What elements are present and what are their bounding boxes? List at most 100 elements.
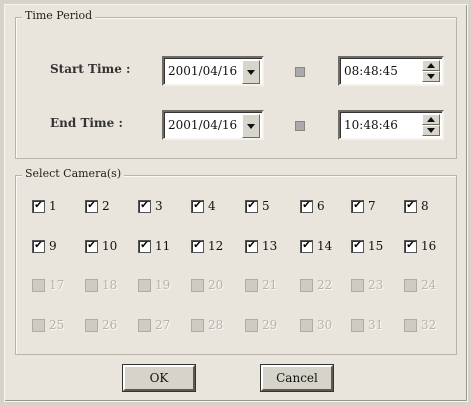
camera-30-checkbox: 30	[300, 317, 332, 333]
checkbox-box[interactable]: ✔	[85, 199, 98, 213]
checkmark-icon: ✔	[34, 200, 43, 211]
start-date-value: 2001/04/16	[168, 64, 238, 78]
camera-20-checkbox: 20	[191, 277, 223, 293]
end-date-dropdown-button[interactable]	[242, 114, 260, 138]
checkbox-box[interactable]: ✔	[32, 199, 45, 213]
camera-4-checkbox[interactable]: ✔ 4	[191, 198, 216, 214]
checkmark-icon: ✔	[193, 200, 202, 211]
camera-number-label: 2	[102, 199, 110, 213]
checkbox-box[interactable]: ✔	[404, 239, 417, 253]
camera-5-checkbox[interactable]: ✔ 5	[245, 198, 270, 214]
ok-button[interactable]: OK	[122, 364, 196, 392]
checkmark-icon: ✔	[302, 240, 311, 251]
checkbox-box	[245, 318, 258, 332]
checkbox-box	[32, 318, 45, 332]
end-time-spin-buttons	[422, 114, 440, 136]
separator-dash	[295, 121, 305, 131]
camera-9-checkbox[interactable]: ✔ 9	[32, 238, 57, 254]
end-time-label: End Time :	[50, 116, 123, 130]
checkbox-box[interactable]: ✔	[191, 199, 204, 213]
start-time-down-button[interactable]	[422, 71, 440, 82]
camera-number-label: 9	[49, 239, 57, 253]
end-time-spinner[interactable]: 10:48:46	[338, 110, 444, 140]
camera-number-label: 7	[368, 199, 376, 213]
camera-15-checkbox[interactable]: ✔ 15	[351, 238, 383, 254]
checkbox-box	[351, 318, 364, 332]
arrow-up-icon	[427, 117, 435, 122]
camera-22-checkbox: 22	[300, 277, 332, 293]
checkbox-box	[404, 318, 417, 332]
checkbox-box[interactable]: ✔	[138, 199, 151, 213]
camera-21-checkbox: 21	[245, 277, 277, 293]
cancel-button[interactable]: Cancel	[260, 364, 334, 392]
checkbox-box[interactable]: ✔	[245, 199, 258, 213]
camera-8-checkbox[interactable]: ✔ 8	[404, 198, 429, 214]
checkbox-box	[138, 278, 151, 292]
checkbox-box[interactable]: ✔	[138, 239, 151, 253]
camera-number-label: 8	[421, 199, 429, 213]
arrow-up-icon	[427, 63, 435, 68]
camera-11-checkbox[interactable]: ✔ 11	[138, 238, 170, 254]
camera-number-label: 13	[262, 239, 278, 253]
camera-2-checkbox[interactable]: ✔ 2	[85, 198, 110, 214]
camera-3-checkbox[interactable]: ✔ 3	[138, 198, 163, 214]
camera-number-label: 4	[208, 199, 216, 213]
camera-29-checkbox: 29	[245, 317, 277, 333]
camera-number-label: 3	[155, 199, 163, 213]
end-date-combo[interactable]: 2001/04/16	[162, 110, 264, 140]
camera-12-checkbox[interactable]: ✔ 12	[191, 238, 223, 254]
camera-number-label: 15	[368, 239, 384, 253]
camera-number-label: 5	[262, 199, 270, 213]
camera-number-label: 18	[102, 278, 118, 292]
camera-number-label: 6	[317, 199, 325, 213]
camera-6-checkbox[interactable]: ✔ 6	[300, 198, 325, 214]
start-date-dropdown-button[interactable]	[242, 60, 260, 84]
camera-number-label: 14	[317, 239, 333, 253]
camera-14-checkbox[interactable]: ✔ 14	[300, 238, 332, 254]
camera-number-label: 19	[155, 278, 171, 292]
checkbox-box	[300, 318, 313, 332]
end-time-value: 10:48:46	[344, 118, 398, 132]
camera-7-checkbox[interactable]: ✔ 7	[351, 198, 376, 214]
start-time-up-button[interactable]	[422, 60, 440, 71]
start-time-spinner[interactable]: 08:48:45	[338, 56, 444, 86]
checkbox-box[interactable]: ✔	[191, 239, 204, 253]
checkbox-box[interactable]: ✔	[32, 239, 45, 253]
checkmark-icon: ✔	[87, 240, 96, 251]
camera-10-checkbox[interactable]: ✔ 10	[85, 238, 117, 254]
end-time-down-button[interactable]	[422, 125, 440, 136]
checkbox-box	[85, 318, 98, 332]
checkbox-box[interactable]: ✔	[85, 239, 98, 253]
separator-dash	[295, 67, 305, 77]
dialog-window: Time Period Start Time : 2001/04/16 08:4…	[4, 4, 468, 402]
camera-number-label: 10	[102, 239, 118, 253]
camera-28-checkbox: 28	[191, 317, 223, 333]
checkbox-box[interactable]: ✔	[351, 199, 364, 213]
checkbox-box	[351, 278, 364, 292]
camera-number-label: 30	[317, 318, 333, 332]
camera-24-checkbox: 24	[404, 277, 436, 293]
checkbox-box[interactable]: ✔	[351, 239, 364, 253]
camera-31-checkbox: 31	[351, 317, 383, 333]
checkmark-icon: ✔	[193, 240, 202, 251]
camera-32-checkbox: 32	[404, 317, 436, 333]
time-period-title: Time Period	[22, 9, 96, 22]
checkbox-box[interactable]: ✔	[245, 239, 258, 253]
checkbox-box	[245, 278, 258, 292]
start-date-combo[interactable]: 2001/04/16	[162, 56, 264, 86]
camera-number-label: 26	[102, 318, 118, 332]
checkbox-box[interactable]: ✔	[300, 199, 313, 213]
checkbox-box[interactable]: ✔	[300, 239, 313, 253]
camera-number-label: 1	[49, 199, 57, 213]
checkmark-icon: ✔	[406, 240, 415, 251]
camera-number-label: 25	[49, 318, 65, 332]
camera-18-checkbox: 18	[85, 277, 117, 293]
end-time-up-button[interactable]	[422, 114, 440, 125]
camera-13-checkbox[interactable]: ✔ 13	[245, 238, 277, 254]
time-period-group: Time Period Start Time : 2001/04/16 08:4…	[15, 9, 457, 159]
arrow-down-icon	[427, 128, 435, 133]
checkbox-box[interactable]: ✔	[404, 199, 417, 213]
camera-16-checkbox[interactable]: ✔ 16	[404, 238, 436, 254]
camera-27-checkbox: 27	[138, 317, 170, 333]
camera-1-checkbox[interactable]: ✔ 1	[32, 198, 57, 214]
